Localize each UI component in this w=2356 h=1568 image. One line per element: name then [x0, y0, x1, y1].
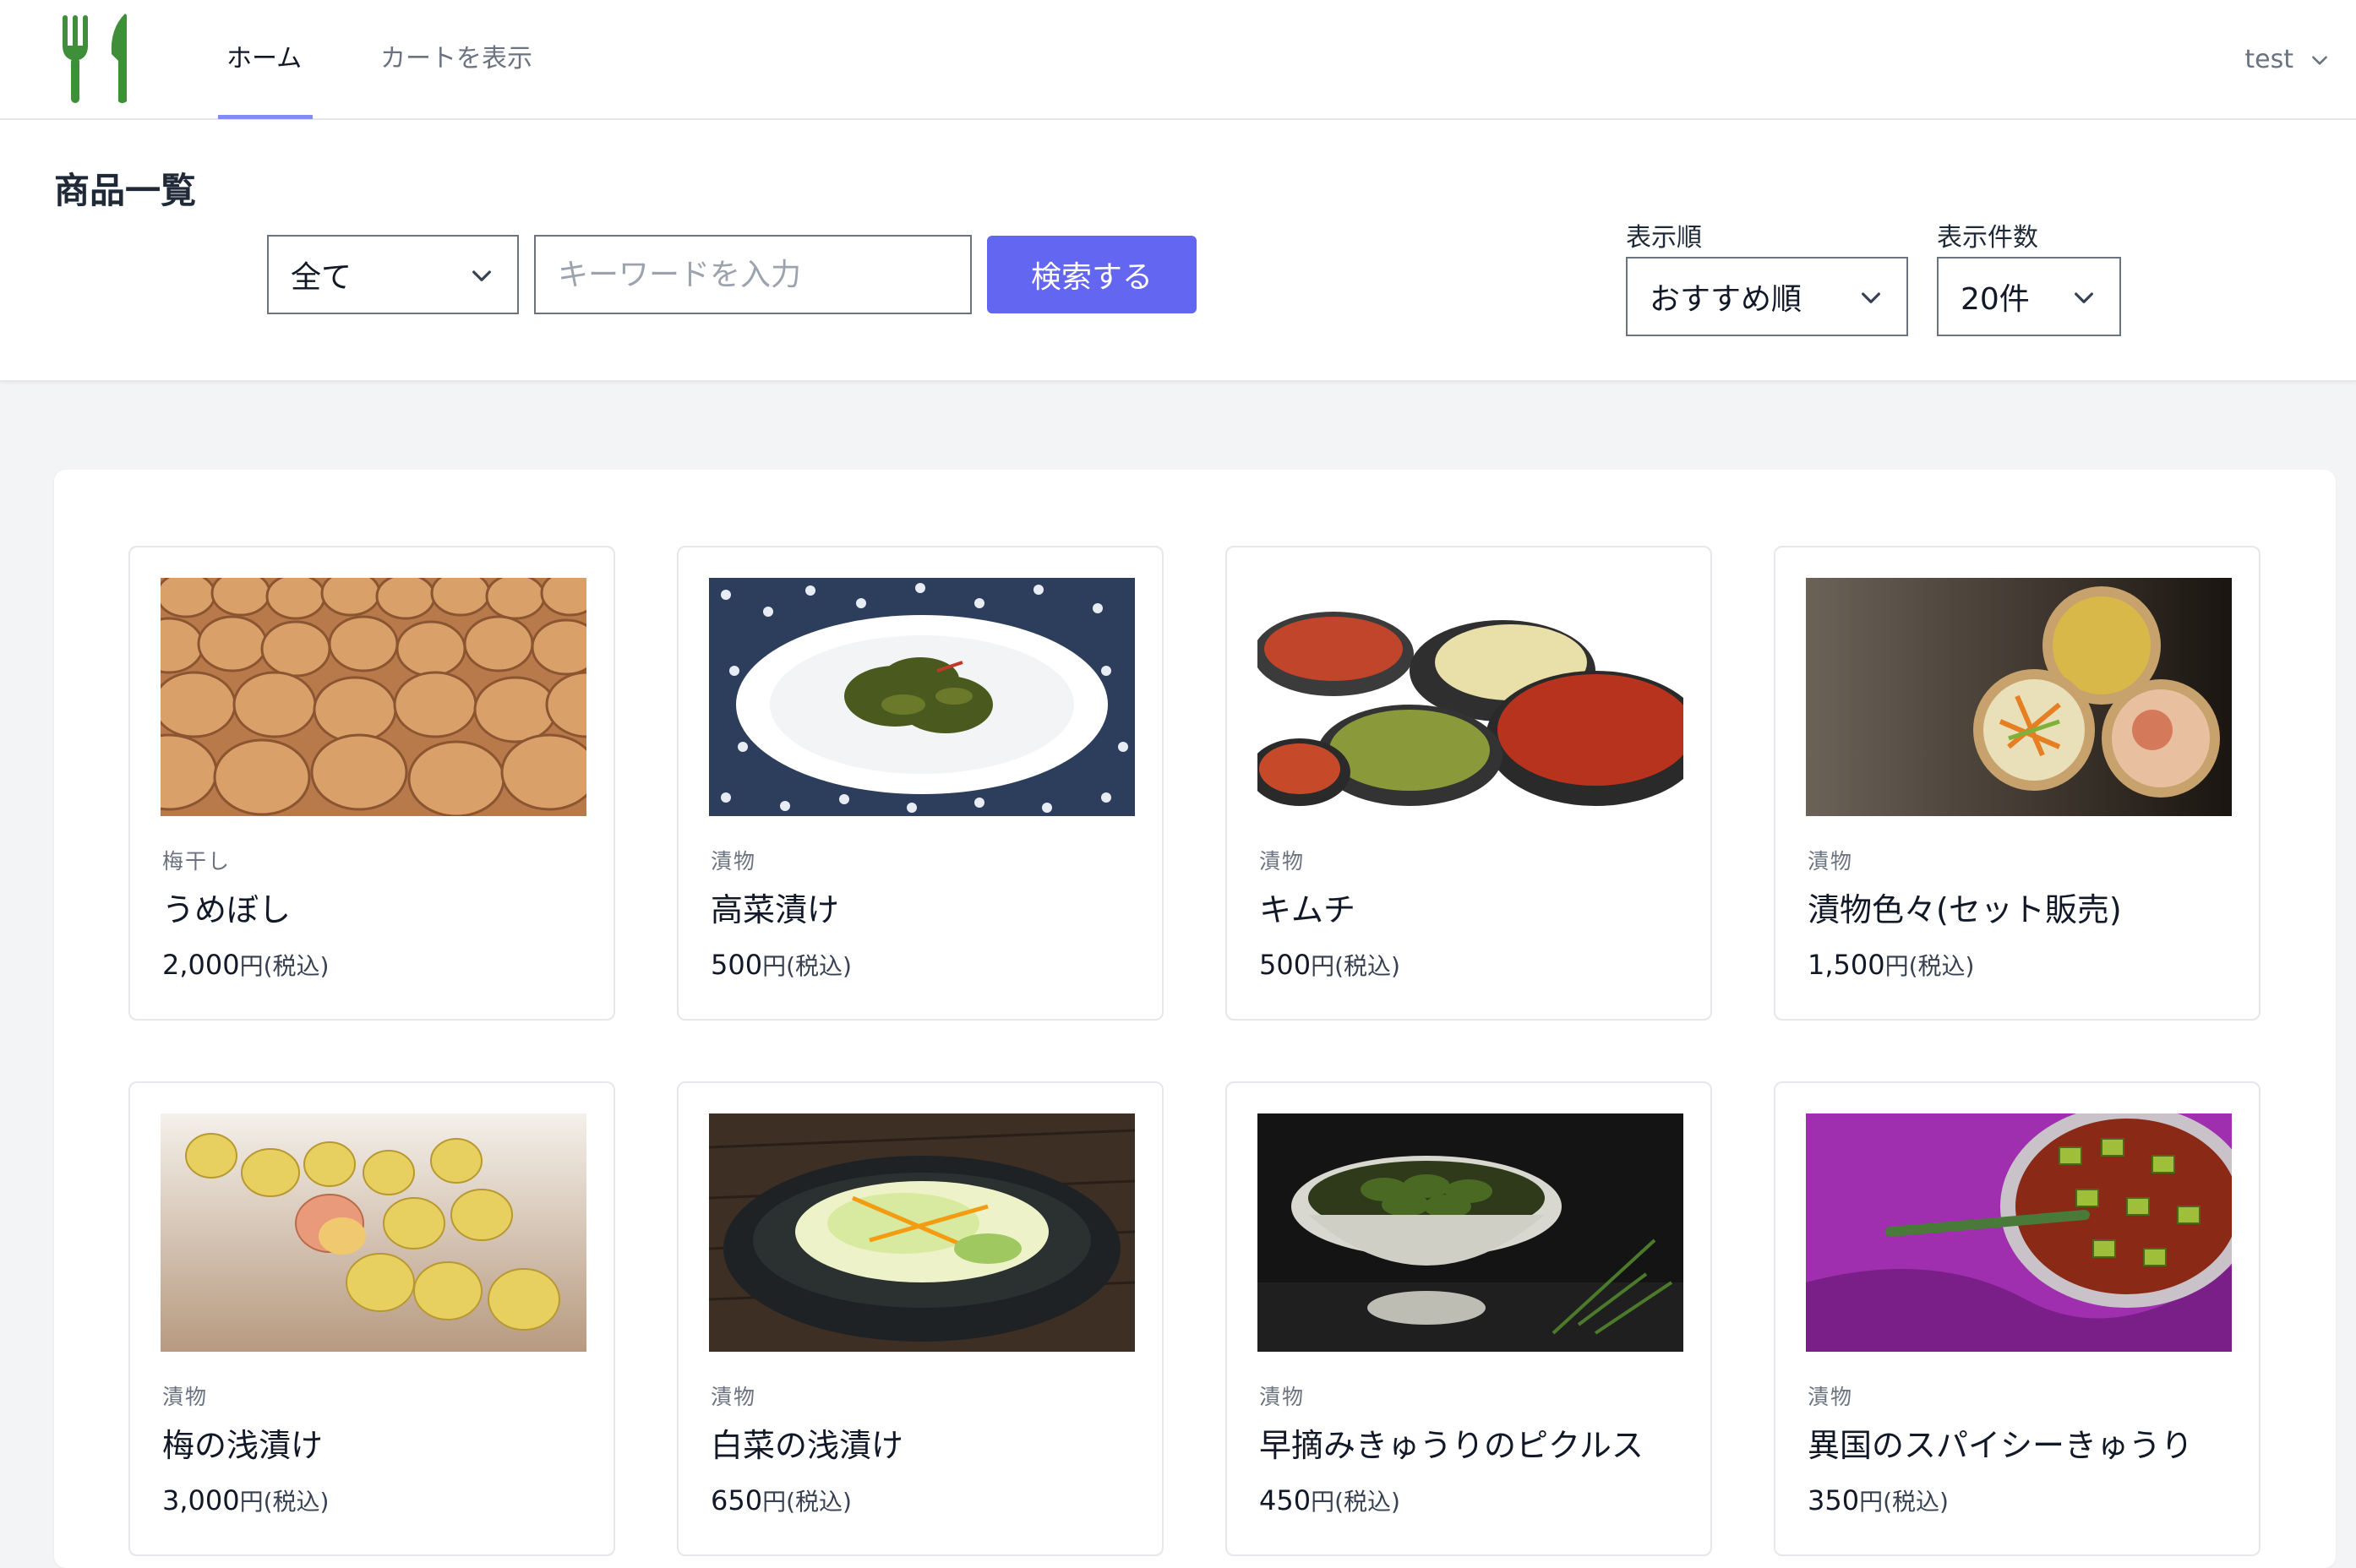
chevron-down-icon	[2075, 292, 2093, 303]
product-image[interactable]	[1806, 1113, 2232, 1352]
fork-knife-icon[interactable]	[59, 12, 139, 105]
product-category: 漬物	[711, 1385, 757, 1409]
product-card[interactable]: 漬物 漬物色々(セット販売) 1,500円(税込)	[1774, 546, 2261, 1021]
search-header: 商品一覧 全て 検索する 表示順 おすすめ順 表示件数 20件	[0, 120, 2356, 382]
user-menu[interactable]: test	[2244, 0, 2331, 120]
product-image[interactable]	[161, 578, 586, 816]
kimchi-photo	[1257, 578, 1683, 816]
category-select-value: 全て	[291, 260, 352, 295]
count-label: 表示件数	[1937, 223, 2038, 253]
product-card[interactable]: 漬物 梅の浅漬け 3,000円(税込)	[128, 1081, 615, 1556]
product-name[interactable]: 梅の浅漬け	[162, 1419, 323, 1466]
product-image[interactable]	[1257, 1113, 1683, 1352]
sort-select[interactable]: おすすめ順	[1626, 257, 1908, 336]
hakusai-photo	[709, 1113, 1135, 1352]
sort-select-value: おすすめ順	[1650, 282, 1802, 317]
product-category: 漬物	[1259, 1385, 1306, 1409]
price-tax-label: 円(税込)	[239, 952, 330, 980]
user-name: test	[2244, 45, 2293, 74]
product-name[interactable]: 異国のスパイシーきゅうり	[1808, 1419, 2193, 1466]
product-name[interactable]: うめぼし	[162, 884, 291, 930]
product-card[interactable]: 漬物 異国のスパイシーきゅうり 350円(税込)	[1774, 1081, 2261, 1556]
product-category: 梅干し	[162, 849, 232, 874]
product-name[interactable]: 白菜の浅漬け	[711, 1419, 903, 1466]
top-navigation: ホーム カートを表示 test	[0, 0, 2356, 120]
price-value: 500	[1259, 949, 1312, 981]
price-value: 450	[1259, 1484, 1312, 1516]
price-tax-label: 円(税込)	[762, 1488, 852, 1516]
category-select[interactable]: 全て	[267, 235, 519, 314]
price-tax-label: 円(税込)	[1859, 1488, 1949, 1516]
chevron-down-icon	[472, 270, 491, 281]
count-select-value: 20件	[1961, 282, 2030, 317]
price-tax-label: 円(税込)	[239, 1488, 330, 1516]
price-value: 350	[1808, 1484, 1860, 1516]
product-category: 漬物	[1808, 849, 1854, 874]
price-tax-label: 円(税込)	[1884, 952, 1975, 980]
product-price: 650円(税込)	[711, 1484, 852, 1517]
product-category: 漬物	[162, 1385, 209, 1409]
page-title: 商品一覧	[54, 170, 197, 211]
nav-link-cart[interactable]: カートを表示	[380, 0, 532, 120]
price-value: 3,000	[162, 1484, 240, 1516]
product-image[interactable]	[161, 1113, 586, 1352]
product-name[interactable]: 高菜漬け	[711, 884, 839, 930]
price-tax-label: 円(税込)	[1311, 1488, 1400, 1516]
price-value: 2,000	[162, 949, 240, 981]
ume-asazuke-photo	[161, 1113, 586, 1352]
product-list-panel: 梅干し うめぼし 2,000円(税込) 漬物 高菜漬け 500円(税込) 漬物 …	[54, 470, 2336, 1568]
tsukemono-set-photo	[1806, 578, 2232, 816]
product-price: 350円(税込)	[1808, 1484, 1949, 1517]
product-category: 漬物	[711, 849, 757, 874]
product-price: 500円(税込)	[1259, 948, 1400, 982]
product-category: 漬物	[1808, 1385, 1854, 1409]
pickles-photo	[1257, 1113, 1683, 1352]
product-image[interactable]	[1257, 578, 1683, 816]
price-value: 1,500	[1808, 949, 1885, 981]
product-image[interactable]	[709, 578, 1135, 816]
chevron-down-icon	[1862, 292, 1880, 303]
keyword-input[interactable]	[534, 235, 972, 314]
product-price: 500円(税込)	[711, 948, 852, 982]
product-price: 1,500円(税込)	[1808, 948, 1974, 982]
product-image[interactable]	[1806, 578, 2232, 816]
umeboshi-photo	[161, 578, 586, 816]
product-card[interactable]: 梅干し うめぼし 2,000円(税込)	[128, 546, 615, 1021]
takana-photo	[709, 578, 1135, 816]
price-value: 650	[711, 1484, 763, 1516]
sort-label: 表示順	[1626, 223, 1702, 253]
product-name[interactable]: 漬物色々(セット販売)	[1808, 884, 2122, 930]
product-name[interactable]: 早摘みきゅうりのピクルス	[1259, 1419, 1644, 1466]
active-tab-indicator	[218, 115, 313, 119]
product-name[interactable]: キムチ	[1259, 884, 1355, 930]
product-price: 3,000円(税込)	[162, 1484, 329, 1517]
product-card[interactable]: 漬物 白菜の浅漬け 650円(税込)	[677, 1081, 1164, 1556]
product-image[interactable]	[709, 1113, 1135, 1352]
product-price: 450円(税込)	[1259, 1484, 1400, 1517]
chevron-down-icon	[2312, 56, 2327, 65]
price-value: 500	[711, 949, 763, 981]
product-price: 2,000円(税込)	[162, 948, 329, 982]
price-tax-label: 円(税込)	[1311, 952, 1400, 980]
product-card[interactable]: 漬物 早摘みきゅうりのピクルス 450円(税込)	[1225, 1081, 1712, 1556]
product-card[interactable]: 漬物 高菜漬け 500円(税込)	[677, 546, 1164, 1021]
product-card[interactable]: 漬物 キムチ 500円(税込)	[1225, 546, 1712, 1021]
product-category: 漬物	[1259, 849, 1306, 874]
price-tax-label: 円(税込)	[762, 952, 852, 980]
search-button[interactable]: 検索する	[987, 236, 1197, 313]
spicy-cucumber-photo	[1806, 1113, 2232, 1352]
count-select[interactable]: 20件	[1937, 257, 2121, 336]
nav-link-home[interactable]: ホーム	[226, 0, 302, 120]
